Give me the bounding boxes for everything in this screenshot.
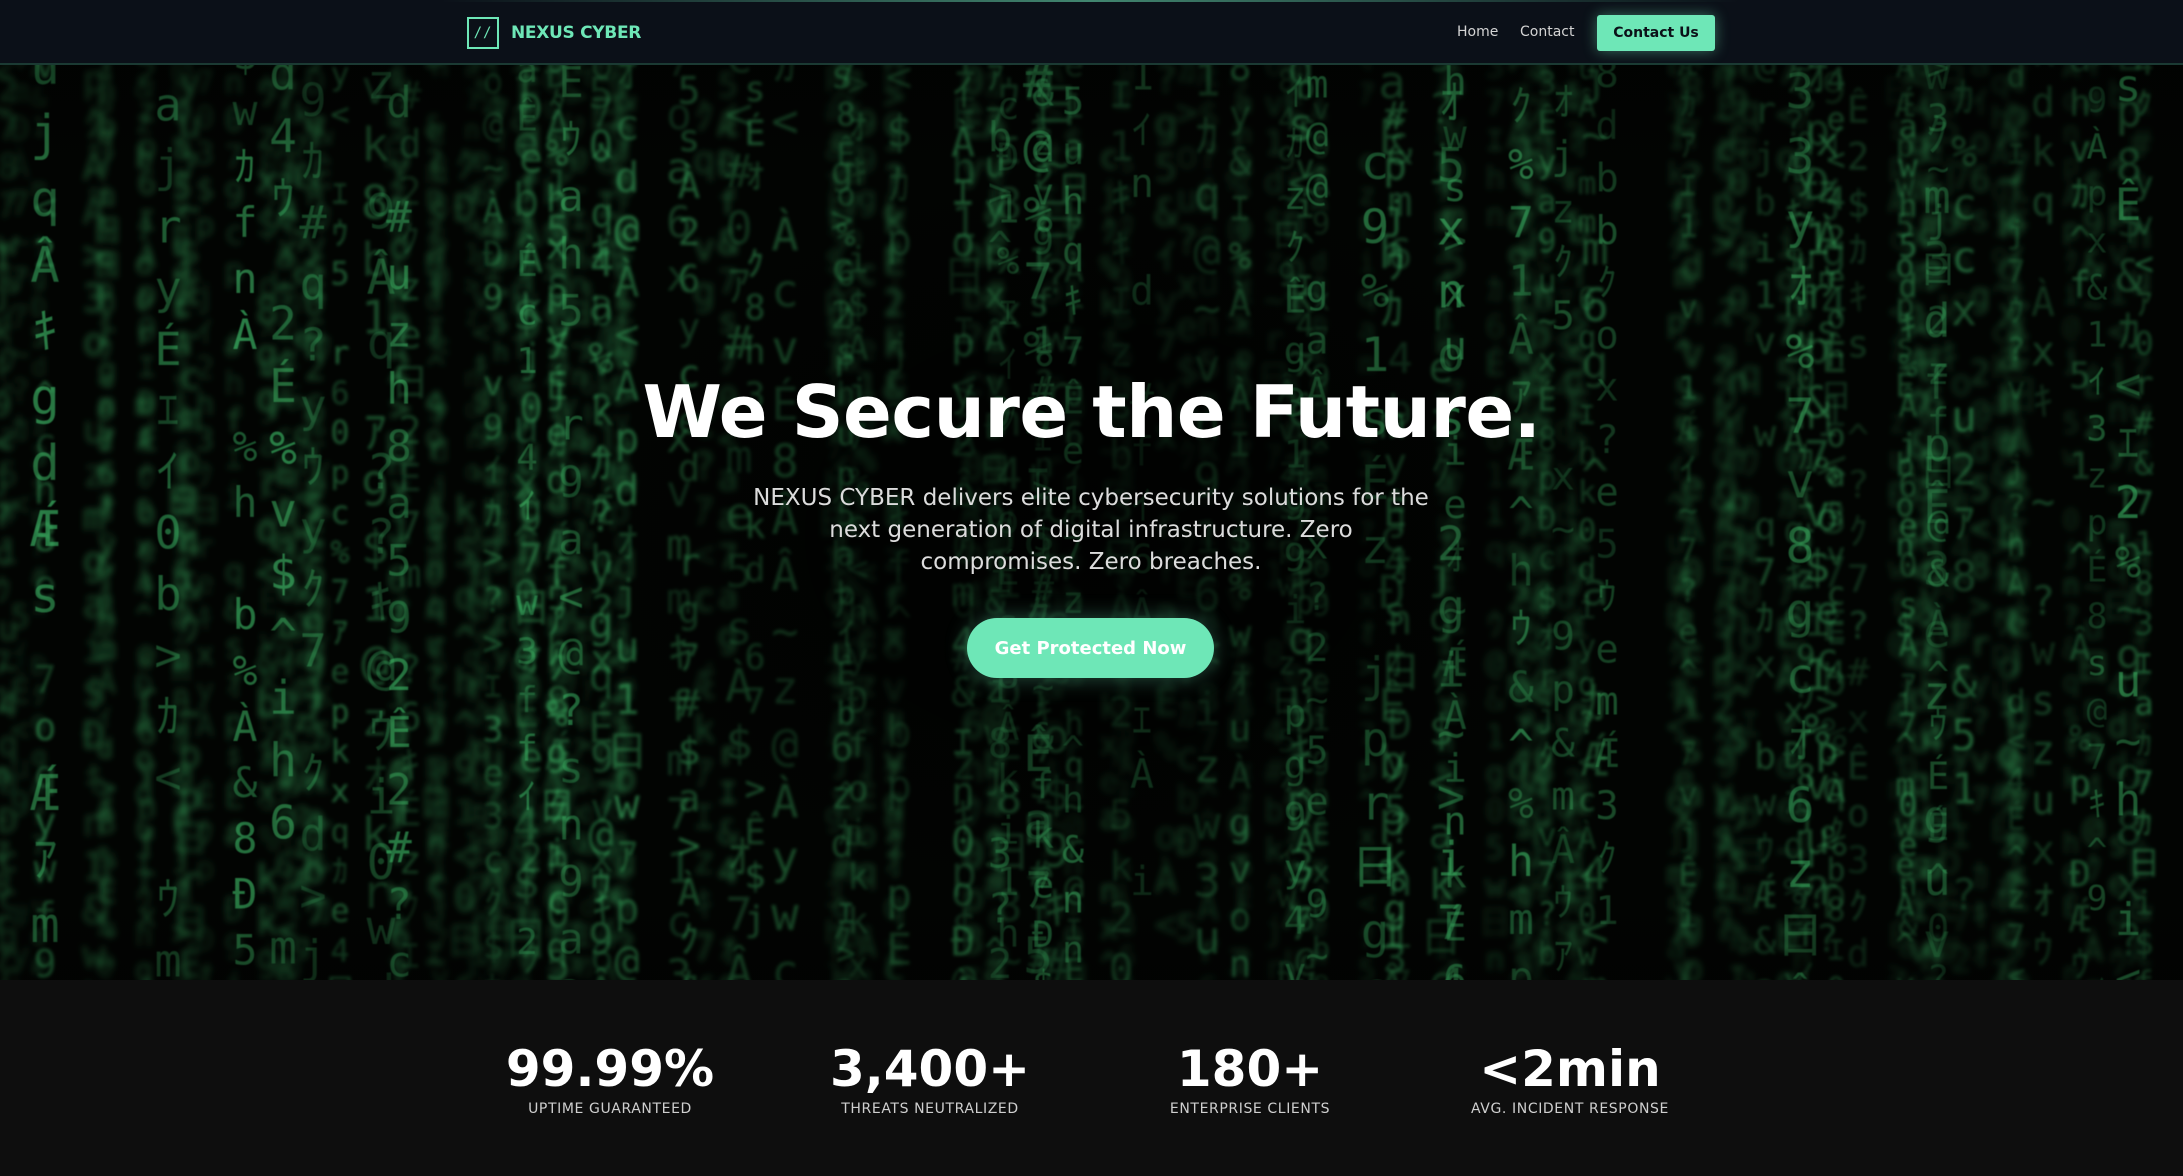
stat-label: UPTIME GUARANTEED bbox=[450, 1101, 770, 1117]
stat-response: <2min AVG. INCIDENT RESPONSE bbox=[1410, 1040, 1730, 1117]
stat-value: 99.99% bbox=[450, 1040, 770, 1098]
logo-mark-icon: // bbox=[467, 17, 499, 49]
stat-label: AVG. INCIDENT RESPONSE bbox=[1410, 1101, 1730, 1117]
get-protected-now-button[interactable]: Get Protected Now bbox=[967, 618, 1214, 678]
nav-link-home[interactable]: Home bbox=[1457, 24, 1498, 40]
contact-us-button[interactable]: Contact Us bbox=[1597, 15, 1715, 51]
stat-label: THREATS NEUTRALIZED bbox=[770, 1101, 1090, 1117]
brand-name: NEXUS CYBER bbox=[511, 23, 641, 43]
stats-section: 99.99% UPTIME GUARANTEED 3,400+ THREATS … bbox=[0, 980, 2183, 1176]
stat-uptime: 99.99% UPTIME GUARANTEED bbox=[450, 1040, 770, 1117]
top-navigation-bar: // NEXUS CYBER Home Contact Contact Us bbox=[0, 0, 2183, 65]
stat-threats: 3,400+ THREATS NEUTRALIZED bbox=[770, 1040, 1090, 1117]
stat-label: ENTERPRISE CLIENTS bbox=[1090, 1101, 1410, 1117]
stat-value: 180+ bbox=[1090, 1040, 1410, 1098]
hero-title: We Secure the Future. bbox=[0, 370, 2183, 454]
brand-logo-link[interactable]: // NEXUS CYBER bbox=[467, 17, 641, 49]
hero-section: ebｴ?g5&ｲy7yxr?aｱÉ%oÀ<s日dÉjĐp3io2<>?6e$z8… bbox=[0, 65, 2183, 980]
nav-link-contact[interactable]: Contact bbox=[1520, 24, 1574, 40]
hero-subtitle: NEXUS CYBER delivers elite cybersecurity… bbox=[751, 482, 1431, 578]
stat-value: 3,400+ bbox=[770, 1040, 1090, 1098]
stat-value: <2min bbox=[1410, 1040, 1730, 1098]
stat-clients: 180+ ENTERPRISE CLIENTS bbox=[1090, 1040, 1410, 1117]
